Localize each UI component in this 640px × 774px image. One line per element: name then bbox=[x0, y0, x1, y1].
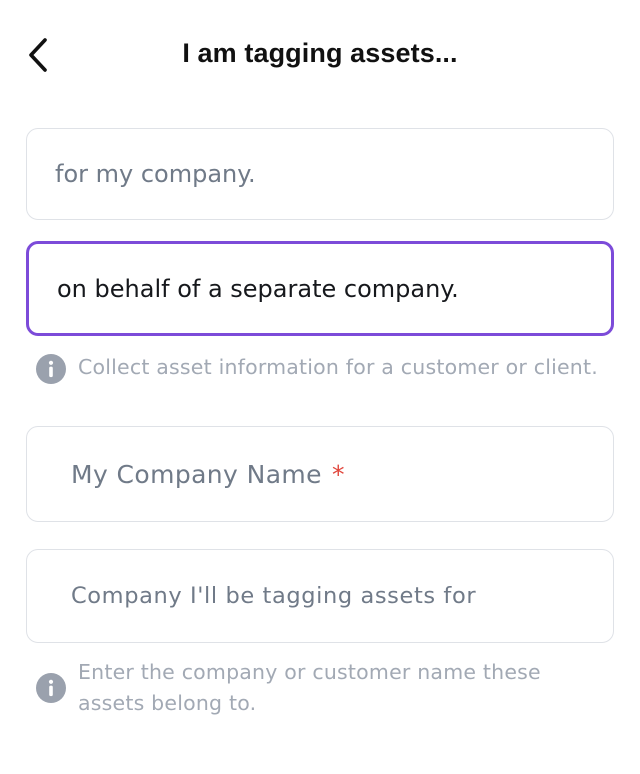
option-separate-company[interactable]: on behalf of a separate company. bbox=[26, 241, 614, 336]
my-company-name-field[interactable]: My Company Name * bbox=[26, 426, 614, 522]
option-label: for my company. bbox=[55, 160, 256, 188]
client-company-field[interactable]: Company I'll be tagging assets for bbox=[26, 549, 614, 643]
field-label: My Company Name bbox=[71, 459, 322, 489]
option-label: on behalf of a separate company. bbox=[57, 274, 459, 303]
option-my-company[interactable]: for my company. bbox=[26, 128, 614, 220]
field-label: Company I'll be tagging assets for bbox=[71, 583, 477, 609]
hint-text: Collect asset information for a customer… bbox=[78, 355, 598, 379]
hint-text: Enter the company or customer name these… bbox=[78, 660, 541, 715]
info-icon bbox=[36, 354, 66, 384]
client-company-hint: Enter the company or customer name these… bbox=[36, 657, 556, 719]
info-icon bbox=[36, 673, 66, 703]
option-hint: Collect asset information for a customer… bbox=[36, 352, 616, 384]
page-title: I am tagging assets... bbox=[182, 38, 458, 68]
header: I am tagging assets... bbox=[0, 0, 640, 110]
required-marker: * bbox=[331, 459, 345, 489]
